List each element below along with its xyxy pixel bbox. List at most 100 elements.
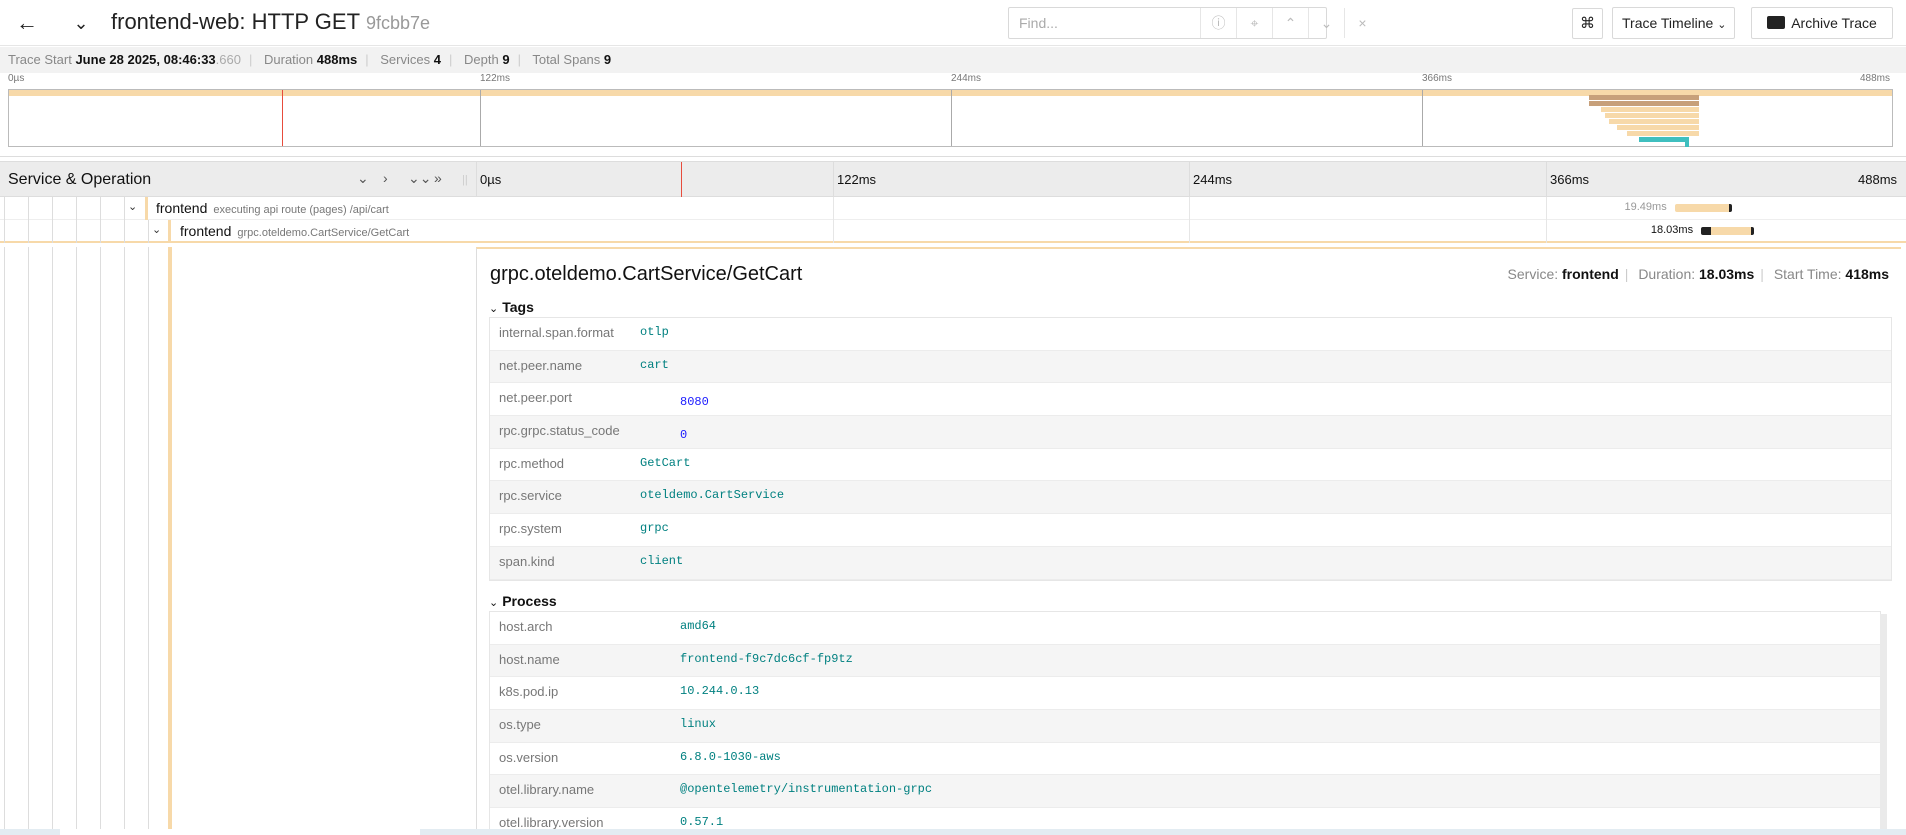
view-mode-label: Trace Timeline bbox=[1622, 15, 1714, 31]
chevron-up-icon[interactable]: ⌃ bbox=[1272, 8, 1308, 38]
tag-value: 8080 bbox=[680, 395, 709, 410]
span-detail-area: grpc.oteldemo.CartService/GetCart Servic… bbox=[0, 247, 1906, 835]
trace-start-value: June 28 2025, 08:46:33 bbox=[75, 52, 216, 67]
scrollbar-thumb[interactable] bbox=[60, 829, 420, 835]
trace-name: frontend-web: HTTP GET bbox=[111, 9, 361, 34]
help-icon[interactable]: ⓘ bbox=[1200, 8, 1236, 38]
trace-summary-bar: Trace Start June 28 2025, 08:46:33.660 | … bbox=[0, 47, 1906, 73]
trace-start-ms: .660 bbox=[215, 52, 241, 67]
arrow-left-icon[interactable]: ← bbox=[10, 8, 44, 38]
expand-one-icon[interactable]: › bbox=[383, 170, 388, 186]
services-label: Services bbox=[380, 52, 431, 67]
span-service: frontend bbox=[180, 223, 232, 239]
tag-value: otlp bbox=[640, 325, 669, 339]
tag-row[interactable]: rpc.method GetCart bbox=[490, 449, 1891, 482]
span-name[interactable]: frontend grpc.oteldemo.CartService/GetCar… bbox=[180, 223, 409, 239]
process-row[interactable]: os.type linux bbox=[490, 710, 1880, 743]
timeline-cursor bbox=[681, 162, 682, 198]
tag-key: rpc.system bbox=[499, 521, 562, 537]
total-spans-label: Total Spans bbox=[532, 52, 601, 67]
tags-section-header[interactable]: ⌄ Tags bbox=[489, 299, 534, 315]
timeline-gridline bbox=[833, 162, 834, 198]
chevron-down-icon[interactable]: ⌄ bbox=[1308, 8, 1344, 38]
process-section-header[interactable]: ⌄ Process bbox=[489, 593, 557, 609]
span-duration-label: 18.03ms bbox=[1650, 224, 1694, 236]
find-box: ⓘ ⌖ ⌃ ⌄ × bbox=[1008, 7, 1367, 39]
span-timeline[interactable]: 18.03ms bbox=[476, 220, 1906, 243]
span-timeline[interactable]: 19.49ms bbox=[476, 197, 1906, 220]
collapse-all-icon[interactable]: ⌄⌄ bbox=[408, 170, 431, 187]
horizontal-scrollbar[interactable] bbox=[0, 829, 1906, 835]
process-key: host.arch bbox=[499, 619, 553, 634]
expand-all-icon[interactable]: » bbox=[434, 170, 442, 186]
minimap-span bbox=[1639, 137, 1689, 142]
keyboard-shortcuts-button[interactable]: ⌘ bbox=[1572, 8, 1603, 39]
process-key: k8s.pod.ip bbox=[499, 684, 559, 700]
trace-minimap[interactable]: 0µs 122ms 244ms 366ms 488ms bbox=[0, 73, 1906, 157]
span-row[interactable]: ⌄ frontend executing api route (pages) /a… bbox=[0, 197, 1906, 220]
span-bar[interactable] bbox=[1700, 227, 1754, 235]
close-icon[interactable]: × bbox=[1344, 8, 1380, 38]
span-detail-title[interactable]: grpc.oteldemo.CartService/GetCart bbox=[490, 263, 802, 286]
tag-row[interactable]: rpc.service oteldemo.CartService bbox=[490, 481, 1891, 515]
duration-label: Duration bbox=[264, 52, 314, 67]
locate-icon[interactable]: ⌖ bbox=[1236, 8, 1272, 38]
timeline-tick: 244ms bbox=[1193, 172, 1233, 187]
process-row[interactable]: k8s.pod.ip 10.244.0.13 bbox=[490, 677, 1880, 711]
tag-row[interactable]: rpc.grpc.status_code 0 bbox=[490, 416, 1891, 449]
tag-row[interactable]: span.kind client bbox=[490, 546, 1891, 580]
tag-row[interactable]: net.peer.port 8080 bbox=[490, 383, 1891, 417]
process-heading: Process bbox=[502, 593, 557, 609]
tag-key: net.peer.port bbox=[499, 390, 572, 406]
start-time-value: 418ms bbox=[1845, 266, 1889, 282]
start-time-label: Start Time: bbox=[1773, 266, 1842, 282]
process-key: os.version bbox=[499, 749, 559, 765]
process-row[interactable]: host.arch amd64 bbox=[490, 612, 1880, 645]
chevron-down-icon: ⌄ bbox=[489, 597, 499, 609]
service-operation-heading: Service & Operation bbox=[8, 171, 152, 188]
process-value: linux bbox=[680, 717, 717, 732]
tag-key: rpc.service bbox=[499, 488, 562, 504]
process-value: amd64 bbox=[680, 619, 717, 633]
minimap-span bbox=[1617, 125, 1699, 130]
span-row-selected[interactable]: ⌄ frontend grpc.oteldemo.CartService/GetC… bbox=[0, 220, 1906, 243]
chevron-down-icon[interactable]: ⌄ bbox=[152, 223, 161, 236]
minimap-span bbox=[1627, 131, 1699, 136]
process-key: os.type bbox=[499, 717, 541, 733]
tag-row[interactable]: rpc.system grpc bbox=[490, 514, 1891, 547]
span-operation: grpc.oteldemo.CartService/GetCart bbox=[237, 227, 410, 239]
span-bar[interactable] bbox=[1674, 204, 1732, 212]
trace-start-label: Trace Start bbox=[8, 52, 72, 67]
process-key: otel.library.name bbox=[499, 782, 595, 798]
chevron-down-icon[interactable]: ⌄ bbox=[68, 8, 94, 38]
depth-value: 9 bbox=[502, 52, 510, 67]
view-mode-dropdown[interactable]: Trace Timeline ⌄ bbox=[1612, 7, 1735, 39]
process-key: host.name bbox=[499, 651, 560, 667]
process-row[interactable]: os.version 6.8.0-1030-aws bbox=[490, 743, 1880, 776]
process-row[interactable]: otel.library.name @opentelemetry/instrume… bbox=[490, 775, 1880, 809]
tag-key: internal.span.format bbox=[499, 325, 614, 340]
find-input[interactable] bbox=[1009, 8, 1200, 38]
tag-key: rpc.grpc.status_code bbox=[499, 423, 620, 439]
process-value: 6.8.0-1030-aws bbox=[680, 749, 781, 764]
minimap-tick: 488ms bbox=[1860, 73, 1891, 84]
services-value: 4 bbox=[433, 52, 441, 67]
tag-row[interactable]: internal.span.format otlp bbox=[490, 318, 1891, 351]
span-name[interactable]: frontend executing api route (pages) /api… bbox=[156, 200, 389, 216]
process-key: otel.library.version bbox=[499, 815, 604, 831]
process-scrollbar[interactable] bbox=[1880, 614, 1887, 835]
chevron-down-icon[interactable]: ⌄ bbox=[128, 200, 137, 213]
collapse-one-icon[interactable]: ⌄ bbox=[357, 170, 369, 187]
trace-title: frontend-web: HTTP GET 9fcbb7e bbox=[111, 9, 430, 35]
minimap-cursor bbox=[282, 90, 283, 146]
archive-trace-button[interactable]: Archive Trace bbox=[1751, 7, 1893, 39]
minimap-canvas[interactable] bbox=[8, 89, 1893, 147]
service-value: frontend bbox=[1562, 266, 1619, 282]
tags-table: internal.span.format otlp net.peer.name ca… bbox=[489, 317, 1892, 581]
chevron-down-icon: ⌄ bbox=[489, 303, 499, 315]
minimap-gridline bbox=[1422, 90, 1423, 146]
column-resizer-icon[interactable]: || bbox=[462, 174, 468, 186]
process-row[interactable]: host.name frontend-f9c7dc6cf-fp9tz bbox=[490, 644, 1880, 678]
detail-left-spacer bbox=[172, 247, 476, 835]
tag-row[interactable]: net.peer.name cart bbox=[490, 350, 1891, 384]
